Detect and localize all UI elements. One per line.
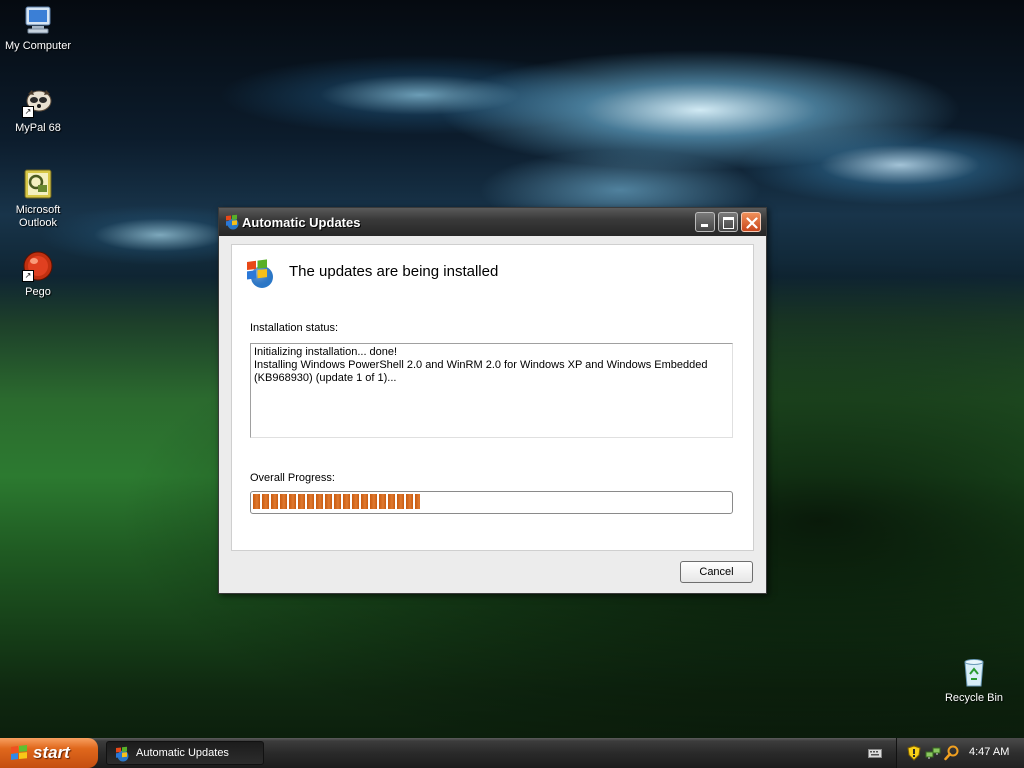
status-line: Installing Windows PowerShell 2.0 and Wi… <box>254 359 708 371</box>
windows-logo-icon <box>10 745 28 761</box>
content-panel: The updates are being installed Installa… <box>231 244 754 551</box>
desktop-icon-pego[interactable]: ↗ Pego <box>0 250 76 299</box>
window-title: Automatic Updates <box>242 215 361 230</box>
progress-fill <box>253 494 420 509</box>
mypal-icon: ↗ <box>22 86 54 118</box>
cancel-button[interactable]: Cancel <box>680 561 753 583</box>
overall-progress-bar <box>250 491 733 514</box>
desktop-icon-label: Pego <box>25 286 51 298</box>
system-tray: 4:47 AM <box>896 738 1024 768</box>
keyboard-icon[interactable] <box>868 747 882 759</box>
status-line: Initializing installation... done! <box>254 346 398 358</box>
taskbar: start Automatic Updates 4:47 AM <box>0 738 1024 768</box>
desktop-icon-outlook[interactable]: Microsoft Outlook <box>0 168 76 230</box>
start-button[interactable]: start <box>0 738 98 768</box>
desktop-icon-label: MyPal 68 <box>15 122 61 134</box>
start-label: start <box>33 743 70 762</box>
maximize-icon <box>723 217 734 229</box>
taskbar-item-label: Automatic Updates <box>136 747 229 759</box>
recycle-bin-icon <box>958 656 990 688</box>
taskbar-item-automatic-updates[interactable]: Automatic Updates <box>106 741 264 765</box>
desktop-icon-label: Recycle Bin <box>944 692 1004 704</box>
windows-update-icon <box>244 257 276 289</box>
desktop: My Computer ↗ MyPal 68 Microsoft Outlook… <box>0 0 1024 768</box>
close-button[interactable] <box>741 212 761 232</box>
desktop-icon-mypal[interactable]: ↗ MyPal 68 <box>0 86 76 135</box>
computer-icon <box>22 4 54 36</box>
security-shield-icon[interactable] <box>906 745 922 761</box>
desktop-icon-label: Microsoft Outlook <box>15 204 61 229</box>
title-bar[interactable]: Automatic Updates <box>219 208 766 236</box>
pego-icon: ↗ <box>22 250 54 282</box>
search-icon[interactable] <box>944 745 960 761</box>
outlook-icon <box>22 168 54 200</box>
status-line: (KB968930) (update 1 of 1)... <box>254 372 397 384</box>
shortcut-arrow-icon: ↗ <box>22 106 34 118</box>
close-icon <box>746 217 758 229</box>
dialog-heading: The updates are being installed <box>289 263 499 280</box>
clock[interactable]: 4:47 AM <box>969 746 1009 758</box>
shortcut-arrow-icon: ↗ <box>22 270 34 282</box>
windows-update-icon <box>114 746 130 762</box>
installation-status-textbox[interactable]: Initializing installation... done! Insta… <box>250 343 733 438</box>
overall-progress-label: Overall Progress: <box>250 472 335 484</box>
desktop-icon-my-computer[interactable]: My Computer <box>0 4 76 53</box>
minimize-icon <box>701 224 708 227</box>
network-icon[interactable] <box>925 745 941 761</box>
minimize-button[interactable] <box>695 212 715 232</box>
installation-status-label: Installation status: <box>250 322 339 334</box>
desktop-icon-label: My Computer <box>4 40 72 52</box>
desktop-icon-recycle-bin[interactable]: Recycle Bin <box>936 656 1012 705</box>
windows-logo-icon <box>224 214 240 230</box>
maximize-button[interactable] <box>718 212 738 232</box>
automatic-updates-window: Automatic Updates The updates are being … <box>218 207 767 594</box>
